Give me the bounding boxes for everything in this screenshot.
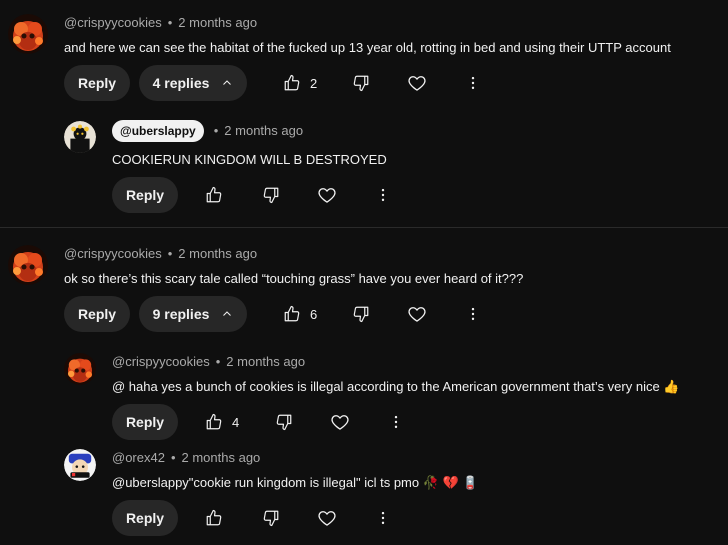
comment-meta: @crispyycookies • 2 months ago (112, 354, 305, 369)
heart-icon (407, 304, 427, 324)
avatar-cookie-icon (64, 353, 96, 385)
emoji-group: 🥀 💔 🪫 (422, 475, 479, 490)
more-actions-button[interactable] (455, 296, 491, 332)
comment-text-body: @ haha yes a bunch of cookies is illegal… (112, 379, 660, 394)
comment-text: ok so there’s this scary tale called “to… (64, 271, 524, 286)
dislike-button[interactable] (343, 296, 379, 332)
reply-button[interactable]: Reply (112, 500, 178, 536)
comment-thread-2: @crispyycookies • 2 months ago ok so there… (0, 0, 728, 545)
reply-button[interactable]: Reply (64, 296, 130, 332)
heart-button[interactable] (322, 404, 358, 440)
avatar[interactable] (8, 245, 48, 285)
chevron-up-icon (221, 308, 233, 320)
comment-text: @uberslappy"cookie run kingdom is illega… (112, 475, 479, 491)
timestamp[interactable]: 2 months ago (178, 246, 257, 261)
heart-icon (330, 412, 350, 432)
more-actions-button[interactable] (365, 500, 401, 536)
heart-button[interactable] (309, 500, 345, 536)
timestamp[interactable]: 2 months ago (226, 354, 305, 369)
avatar[interactable] (64, 449, 96, 481)
thumbs-down-icon (352, 305, 370, 323)
thumbs-up-icon (205, 509, 223, 527)
avatar-orex-icon (64, 449, 96, 481)
comment-text: @ haha yes a bunch of cookies is illegal… (112, 379, 680, 395)
avatar-cookie-icon (8, 245, 48, 285)
thumbs-down-icon (275, 413, 293, 431)
more-vert-icon (374, 509, 392, 527)
author-handle[interactable]: @crispyycookies (64, 246, 162, 261)
emoji-group: 👍 (663, 379, 680, 394)
more-actions-button[interactable] (378, 404, 414, 440)
meta-separator: • (170, 450, 176, 465)
like-button[interactable] (196, 500, 232, 536)
dislike-button[interactable] (266, 404, 302, 440)
reply-button[interactable]: Reply (112, 404, 178, 440)
comment-meta: @crispyycookies • 2 months ago (64, 246, 257, 261)
more-vert-icon (387, 413, 405, 431)
thumbs-down-icon (262, 509, 280, 527)
meta-separator: • (167, 246, 173, 261)
like-button[interactable] (274, 296, 310, 332)
replies-count-label: 9 replies (152, 306, 210, 322)
more-vert-icon (464, 305, 482, 323)
comment-meta: @orex42 • 2 months ago (112, 450, 260, 465)
author-handle[interactable]: @orex42 (112, 450, 165, 465)
replies-toggle-button[interactable]: 9 replies (139, 296, 247, 332)
thumbs-up-icon (283, 305, 301, 323)
author-handle[interactable]: @crispyycookies (112, 354, 210, 369)
dislike-button[interactable] (253, 500, 289, 536)
timestamp[interactable]: 2 months ago (182, 450, 261, 465)
like-count: 4 (232, 415, 240, 430)
meta-separator: • (215, 354, 221, 369)
comment-text-body: @uberslappy"cookie run kingdom is illega… (112, 475, 420, 490)
like-button[interactable] (196, 404, 232, 440)
heart-icon (317, 508, 337, 528)
like-count: 6 (310, 307, 318, 322)
thumbs-up-icon (205, 413, 223, 431)
avatar[interactable] (64, 353, 96, 385)
heart-button[interactable] (399, 296, 435, 332)
